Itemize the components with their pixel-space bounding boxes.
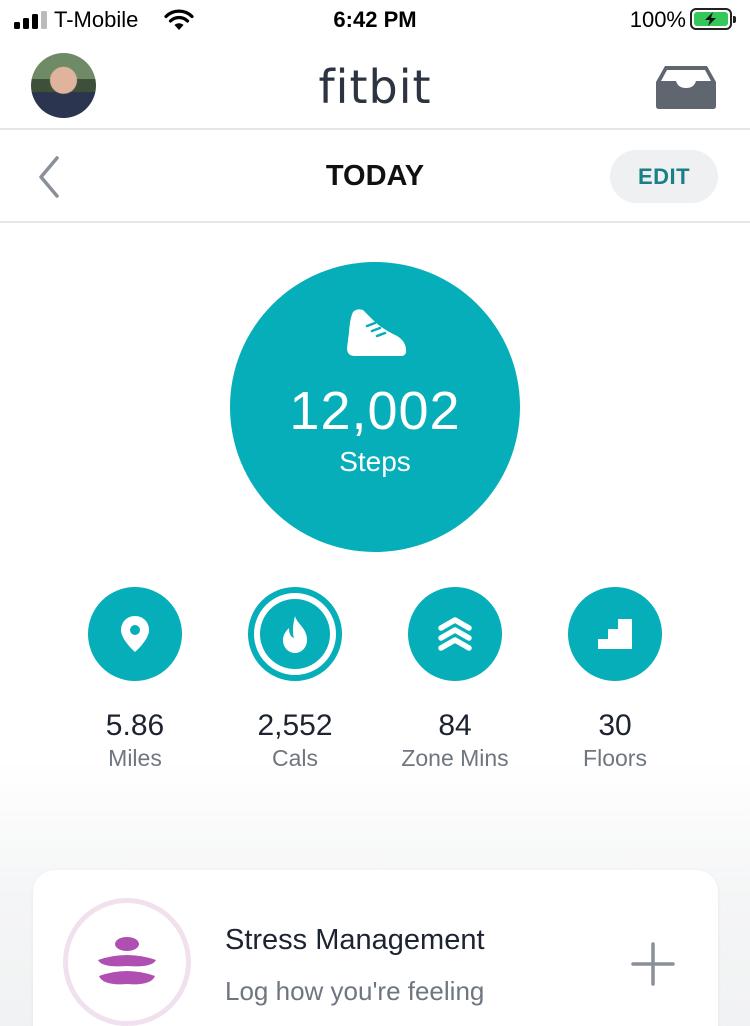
stress-card-title: Stress Management <box>225 924 485 956</box>
stat-label: Zone Mins <box>401 745 509 771</box>
stat-distance[interactable]: 5.86 Miles <box>55 587 215 772</box>
stat-label: Miles <box>108 745 162 771</box>
steps-count: 12,002 <box>289 381 461 441</box>
battery-percentage: 100% <box>629 7 686 32</box>
stat-value: 30 <box>598 709 632 742</box>
stat-label: Cals <box>271 745 318 771</box>
stress-card-subtitle: Log how you're feeling <box>225 976 485 1006</box>
brand-logo: fitbit <box>318 60 432 114</box>
stat-floors[interactable]: 30 Floors <box>535 587 695 772</box>
status-bar: T-Mobile 6:42 PM 100% <box>0 0 750 40</box>
fitbit-today-screen: T-Mobile 6:42 PM 100% fitbit TODAY EDIT … <box>0 0 750 1026</box>
inbox-icon[interactable] <box>655 64 717 110</box>
steps-tile[interactable]: 12,002 Steps <box>230 262 520 552</box>
stat-value: 84 <box>438 709 472 742</box>
stat-value: 2,552 <box>257 709 333 742</box>
battery-charging-icon <box>690 8 736 30</box>
stat-label: Floors <box>583 745 647 771</box>
flame-icon <box>248 587 342 681</box>
plus-icon[interactable] <box>631 942 675 986</box>
stress-management-card[interactable]: Stress Management Log how you're feeling <box>33 870 718 1026</box>
app-header: fitbit <box>0 40 750 130</box>
stat-zone-minutes[interactable]: 84 Zone Mins <box>375 587 535 772</box>
stairs-icon <box>568 587 662 681</box>
edit-button[interactable]: EDIT <box>610 150 718 203</box>
stat-calories[interactable]: 2,552 Cals <box>215 587 375 772</box>
date-nav-bar: TODAY EDIT <box>0 130 750 223</box>
shoe-icon <box>347 309 407 356</box>
steps-label: Steps <box>339 446 411 477</box>
meditation-icon <box>63 898 191 1026</box>
location-pin-icon <box>88 587 182 681</box>
stat-value: 5.86 <box>105 709 165 742</box>
chevrons-up-icon <box>408 587 502 681</box>
